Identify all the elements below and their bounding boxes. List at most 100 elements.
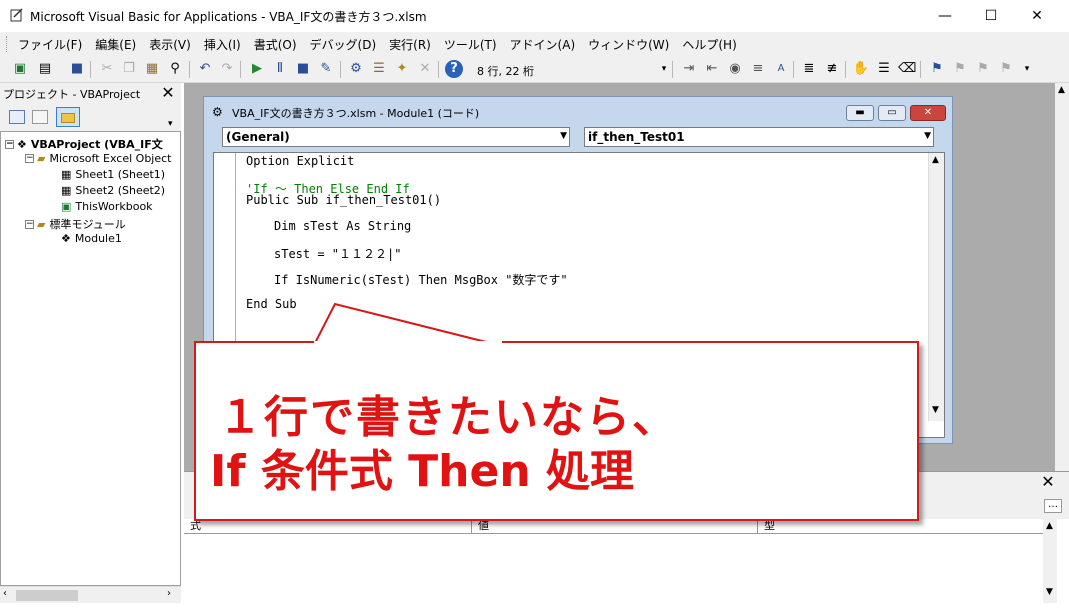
callout-box: １行で書きたいなら、 If 条件式 Then 処理 [194, 341, 919, 521]
watch-close-icon[interactable]: ✕ [1038, 472, 1058, 492]
code-line[interactable]: If IsNumeric(sTest) Then MsgBox "数字です" [274, 271, 568, 288]
scroll-up-icon[interactable]: ▲ [1058, 85, 1065, 95]
scroll-left-icon[interactable]: ‹ [3, 588, 7, 599]
ellipsis-button[interactable]: … [1044, 499, 1062, 513]
procedure-combo[interactable]: if_then_Test01 ▼ [584, 127, 934, 147]
insert-module-icon[interactable]: ▤ [36, 60, 54, 78]
reset-icon[interactable]: ■ [294, 60, 312, 78]
design-mode-icon[interactable]: ✎ [317, 60, 335, 78]
scroll-down-icon[interactable]: ▼ [1046, 587, 1053, 597]
column-type[interactable]: 型 [758, 519, 1043, 534]
comment-block-icon[interactable]: ≣ [800, 60, 818, 78]
code-minimize-button[interactable]: ▬ [846, 105, 874, 121]
tree-item-excel-objects[interactable]: − ▰ Microsoft Excel Object [25, 152, 171, 165]
scroll-right-icon[interactable]: › [167, 588, 171, 599]
dropdown-arrow-icon[interactable]: ▼ [924, 131, 931, 141]
next-bookmark-icon[interactable]: ⚑ [951, 60, 969, 78]
tree-item-module1[interactable]: ❖ Module1 [61, 232, 122, 245]
object-combo[interactable]: (General) ▼ [222, 127, 570, 147]
collapse-icon[interactable]: − [25, 154, 34, 163]
redo-icon[interactable]: ↷ [218, 60, 236, 78]
undo-icon[interactable]: ↶ [196, 60, 214, 78]
bookmark-icon[interactable]: ⚑ [928, 60, 946, 78]
uncomment-block-icon[interactable]: ≢ [823, 60, 841, 78]
collapse-icon[interactable]: − [5, 139, 14, 149]
copy-icon[interactable]: ❐ [120, 60, 138, 78]
outdent-icon[interactable]: ⇤ [703, 60, 721, 78]
toolbar-separator [189, 61, 190, 78]
view-code-icon[interactable] [9, 110, 25, 124]
column-expression[interactable]: 式 [184, 519, 472, 534]
project-close-icon[interactable]: ✕ [158, 83, 178, 103]
dropdown-arrow-icon[interactable]: ▼ [560, 131, 567, 141]
menu-window[interactable]: ウィンドウ(W) [588, 36, 669, 53]
previous-bookmark-icon[interactable]: ⚑ [974, 60, 992, 78]
tree-item-sheet1[interactable]: ▦ Sheet1 (Sheet1) [61, 168, 165, 181]
close-button[interactable]: ✕ [1014, 0, 1060, 32]
tree-item-sheet2[interactable]: ▦ Sheet2 (Sheet2) [61, 184, 165, 197]
view-object-icon[interactable] [32, 110, 48, 124]
break-icon[interactable]: Ⅱ [271, 60, 289, 78]
module-icon: ❖ [61, 232, 71, 245]
watch-list[interactable] [184, 534, 1056, 603]
tree-item-standard-modules[interactable]: − ▰ 標準モジュール [25, 216, 126, 232]
toggle-breakpoint-icon[interactable]: ◉ [726, 60, 744, 78]
paste-icon[interactable]: ▦ [143, 60, 161, 78]
clear-icon[interactable]: ⌫ [898, 60, 916, 78]
run-icon[interactable]: ▶ [248, 60, 266, 78]
menu-addins[interactable]: アドイン(A) [510, 36, 576, 53]
toolbar-separator [340, 61, 341, 78]
menu-file[interactable]: ファイル(F) [18, 36, 82, 53]
code-restore-button[interactable]: ▭ [878, 105, 906, 121]
tree-item-vbaproject[interactable]: − ❖ VBAProject (VBA_IF文 [5, 136, 163, 152]
project-icon: ❖ [17, 137, 27, 151]
list-members-icon[interactable]: ≡ [749, 60, 767, 78]
quick-info-icon[interactable]: A [772, 60, 790, 78]
properties-icon[interactable]: ☰ [370, 60, 388, 78]
maximize-button[interactable]: ☐ [968, 0, 1014, 32]
workspace-vscrollbar[interactable]: ▲ [1055, 83, 1069, 471]
project-toolbar-overflow-icon[interactable]: ▾ [168, 119, 173, 129]
menu-help[interactable]: ヘルプ(H) [682, 36, 736, 53]
scroll-up-icon[interactable]: ▲ [1046, 521, 1053, 531]
clear-bookmarks-icon[interactable]: ⚑ [997, 60, 1015, 78]
callout-line2: If 条件式 Then 処理 [210, 446, 634, 497]
find-icon[interactable]: ⚲ [166, 60, 184, 78]
code-line[interactable]: End Sub [246, 297, 297, 311]
menu-edit[interactable]: 編集(E) [95, 36, 136, 53]
scroll-down-icon[interactable]: ▼ [932, 405, 939, 415]
excel-icon[interactable]: ▣ [11, 60, 29, 78]
code-close-button[interactable]: ✕ [910, 105, 946, 121]
toolbar-overflow-icon[interactable]: ▾ [655, 60, 673, 78]
toolbox-icon[interactable]: ✕ [416, 60, 434, 78]
code-line[interactable]: Option Explicit [246, 154, 354, 168]
code-vscrollbar[interactable]: ▲ ▼ [928, 153, 944, 421]
cut-icon[interactable]: ✂ [98, 60, 116, 78]
toolbar-overflow-icon-2[interactable]: ▾ [1018, 60, 1036, 78]
menu-insert[interactable]: 挿入(I) [204, 36, 241, 53]
project-hscrollbar[interactable]: ‹ › [0, 586, 181, 603]
code-line[interactable]: Dim sTest As String [274, 219, 411, 233]
list-icon[interactable]: ☰ [875, 60, 893, 78]
code-line[interactable]: Public Sub if_then_Test01() [246, 193, 441, 207]
menu-tools[interactable]: ツール(T) [444, 36, 497, 53]
tree-item-thisworkbook[interactable]: ▣ ThisWorkbook [61, 200, 153, 213]
toggle-folders-icon[interactable] [56, 107, 80, 127]
project-explorer-icon[interactable]: ⚙ [347, 60, 365, 78]
column-value[interactable]: 値 [472, 519, 758, 534]
hand-icon[interactable]: ✋ [852, 60, 870, 78]
scroll-thumb[interactable] [16, 590, 78, 601]
scroll-up-icon[interactable]: ▲ [932, 155, 939, 165]
code-line[interactable]: sTest = "１１２２|" [274, 245, 401, 262]
save-icon[interactable]: ■ [68, 60, 86, 78]
menu-run[interactable]: 実行(R) [389, 36, 431, 53]
object-browser-icon[interactable]: ✦ [393, 60, 411, 78]
menu-debug[interactable]: デバッグ(D) [310, 36, 377, 53]
watch-vscrollbar[interactable]: ▲ ▼ [1043, 519, 1057, 603]
menu-format[interactable]: 書式(O) [254, 36, 297, 53]
minimize-button[interactable]: — [922, 0, 968, 32]
indent-icon[interactable]: ⇥ [680, 60, 698, 78]
help-icon[interactable]: ? [445, 60, 463, 78]
collapse-icon[interactable]: − [25, 219, 34, 229]
menu-view[interactable]: 表示(V) [149, 36, 191, 53]
